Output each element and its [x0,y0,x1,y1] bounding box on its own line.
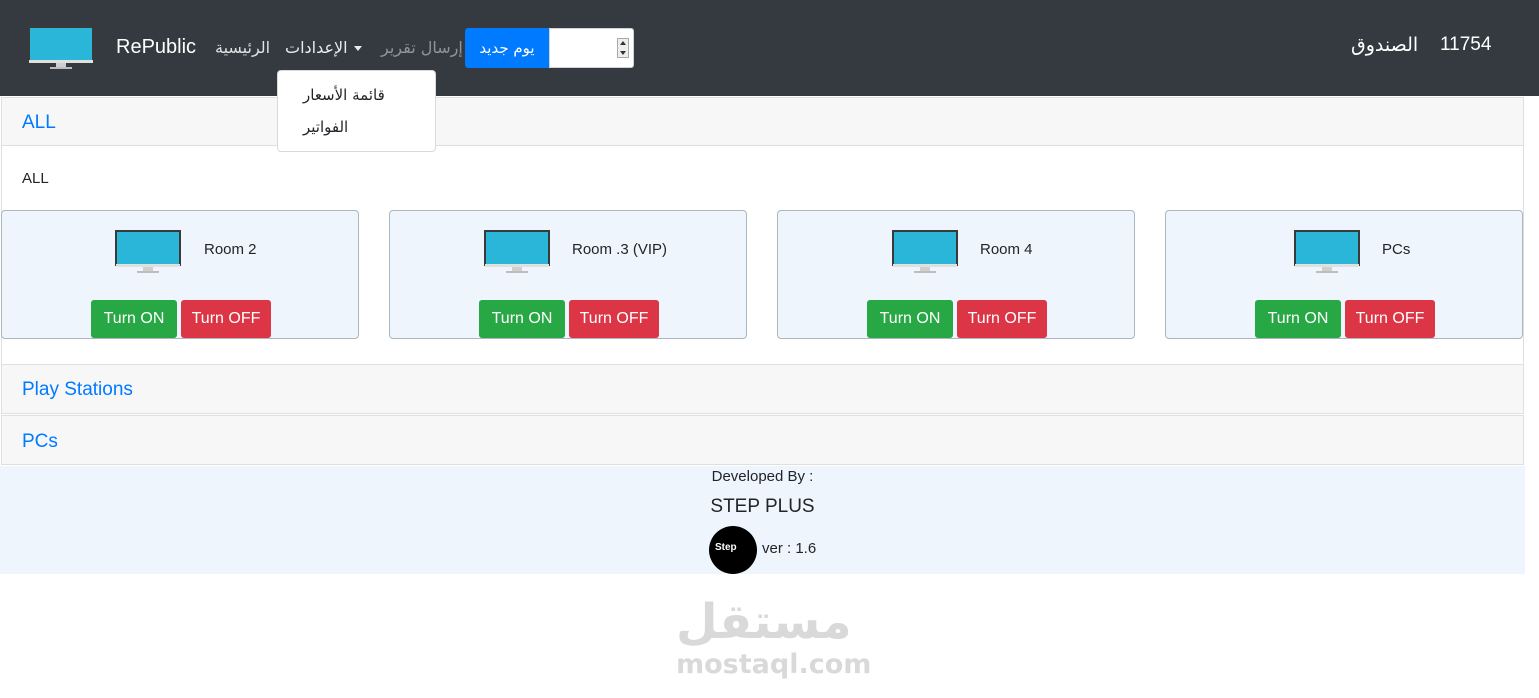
section-header-all[interactable]: ALL [1,97,1524,146]
settings-dropdown-menu: قائمة الأسعار الفواتير [277,70,436,152]
turn-on-button[interactable]: Turn ON [867,300,953,338]
section-title-play-stations[interactable]: Play Stations [22,379,133,401]
nav-send-report-link[interactable]: إرسال تقرير [381,38,463,57]
developer-company: STEP PLUS [710,496,815,517]
turn-off-button[interactable]: Turn OFF [1345,300,1435,338]
caret-down-icon [353,46,362,51]
section-title-all[interactable]: ALL [22,112,56,134]
turn-off-button[interactable]: Turn OFF [181,300,271,338]
menu-item-invoices[interactable]: الفواتير [303,118,348,136]
monitor-logo-icon [28,26,94,70]
section-header-pcs[interactable]: PCs [1,415,1524,465]
monitor-icon [484,230,550,274]
version-label: ver : 1.6 [762,540,817,557]
monitor-icon [1294,230,1360,274]
section-title-pcs[interactable]: PCs [22,431,58,453]
category-label: ALL [22,170,49,187]
room-name: Room .3 (VIP) [572,241,668,258]
turn-off-button[interactable]: Turn OFF [957,300,1047,338]
room-card: Room 2 Turn ON Turn OFF [1,210,359,339]
room-name: Room 4 [980,241,1033,258]
room-card: PCs Turn ON Turn OFF [1165,210,1523,339]
section-header-play-stations[interactable]: Play Stations [1,364,1524,414]
room-card: Room 4 Turn ON Turn OFF [777,210,1135,339]
safe-value: 11754 [1440,34,1492,55]
developed-by-label: Developed By : [711,468,814,485]
room-name: PCs [1382,241,1411,258]
number-spinner[interactable] [617,38,629,58]
footer: Developed By : STEP PLUS Step ver : 1.6 [0,466,1525,574]
menu-item-price-list[interactable]: قائمة الأسعار [303,86,385,104]
spinner-down-icon[interactable] [620,51,626,55]
turn-off-button[interactable]: Turn OFF [569,300,659,338]
step-logo-text: Step [715,542,737,553]
safe-label: الصندوق [1351,34,1419,56]
watermark-latin: mostaql.com [676,649,872,680]
turn-on-button[interactable]: Turn ON [479,300,565,338]
monitor-icon [892,230,958,274]
monitor-icon [115,230,181,274]
brand-name[interactable]: RePublic [116,36,196,59]
new-day-button[interactable]: يوم جديد [465,28,549,68]
room-name: Room 2 [204,241,257,258]
top-navbar: RePublic الرئيسية الإعدادات إرسال تقرير … [0,0,1539,96]
step-logo: Step [709,526,757,574]
spinner-up-icon[interactable] [620,41,626,45]
nav-settings-label: الإعدادات [285,38,348,57]
turn-on-button[interactable]: Turn ON [91,300,177,338]
nav-settings-dropdown[interactable]: الإعدادات [285,38,362,57]
day-number-input[interactable] [549,28,634,68]
watermark-arabic: مستقل [676,594,852,650]
turn-on-button[interactable]: Turn ON [1255,300,1341,338]
room-card: Room .3 (VIP) Turn ON Turn OFF [389,210,747,339]
nav-home-link[interactable]: الرئيسية [215,38,270,57]
